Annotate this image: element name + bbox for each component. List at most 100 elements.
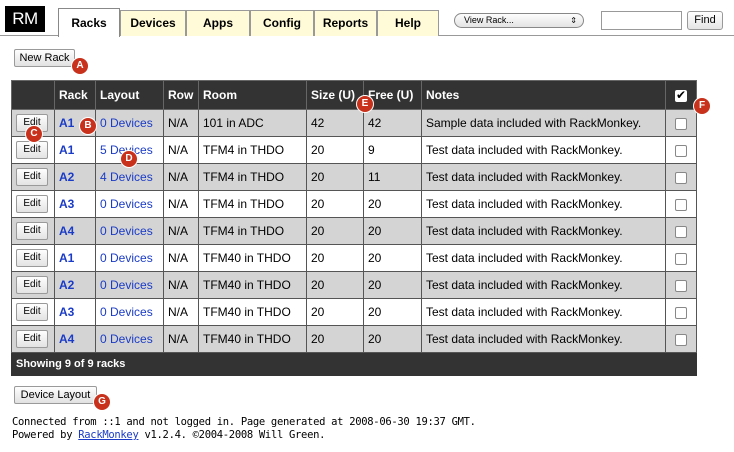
table-row: Edit A1 0 Devices N/A 101 in ADC 42 42 S… — [11, 109, 697, 137]
size-cell: 20 — [306, 163, 364, 191]
edit-button[interactable]: Edit — [16, 249, 48, 267]
rack-link[interactable]: A1 — [59, 251, 74, 265]
rack-link[interactable]: A4 — [59, 224, 74, 238]
rack-link[interactable]: A2 — [59, 278, 74, 292]
table-footer-row: Showing 9 of 9 racks — [11, 352, 697, 376]
rack-cell: A2 — [54, 271, 96, 299]
layout-link[interactable]: 0 Devices — [100, 224, 153, 238]
select-cell — [665, 244, 697, 272]
rackmonkey-logo[interactable]: RM — [5, 6, 45, 32]
table-row: Edit A4 0 Devices N/A TFM4 in THDO 20 20… — [11, 217, 697, 245]
size-cell: 20 — [306, 217, 364, 245]
tab-racks[interactable]: Racks — [58, 8, 120, 37]
tab-reports[interactable]: Reports — [314, 10, 377, 36]
table-row: Edit A3 0 Devices N/A TFM40 in THDO 20 2… — [11, 298, 697, 326]
notes-cell: Test data included with RackMonkey. — [421, 244, 666, 272]
badge-c: C — [26, 126, 42, 142]
col-header-size[interactable]: Size (U) — [306, 80, 364, 110]
edit-button[interactable]: Edit — [16, 168, 48, 186]
rack-link[interactable]: A2 — [59, 170, 74, 184]
row-select-checkbox[interactable] — [675, 171, 687, 184]
select-arrows-icon: ⇕ — [570, 16, 577, 25]
view-rack-select-value: View Rack... — [464, 15, 514, 25]
free-cell: 42 — [363, 109, 422, 137]
edit-button[interactable]: Edit — [16, 141, 48, 159]
tab-config[interactable]: Config — [250, 10, 314, 36]
select-all-checkbox[interactable] — [675, 88, 687, 102]
edit-button[interactable]: Edit — [16, 222, 48, 240]
room-cell: TFM40 in THDO — [198, 298, 307, 326]
rackmonkey-link[interactable]: RackMonkey — [78, 429, 139, 441]
free-cell: 9 — [363, 136, 422, 164]
select-cell — [665, 271, 697, 299]
layout-link[interactable]: 4 Devices — [100, 170, 153, 184]
edit-button[interactable]: Edit — [16, 330, 48, 348]
col-header-room[interactable]: Room — [198, 80, 307, 110]
row-cell: N/A — [163, 298, 199, 326]
table-row: Edit A3 0 Devices N/A TFM4 in THDO 20 20… — [11, 190, 697, 218]
free-cell: 20 — [363, 298, 422, 326]
rack-link[interactable]: A1 — [59, 143, 74, 157]
edit-cell: Edit — [11, 190, 55, 218]
rack-link[interactable]: A3 — [59, 305, 74, 319]
edit-button[interactable]: Edit — [16, 276, 48, 294]
col-header-layout[interactable]: Layout — [95, 80, 164, 110]
table-row: Edit A1 0 Devices N/A TFM40 in THDO 20 2… — [11, 244, 697, 272]
notes-cell: Test data included with RackMonkey. — [421, 298, 666, 326]
table-row: Edit A2 4 Devices N/A TFM4 in THDO 20 11… — [11, 163, 697, 191]
row-select-checkbox[interactable] — [675, 279, 687, 292]
edit-cell: Edit — [11, 271, 55, 299]
row-cell: N/A — [163, 244, 199, 272]
rack-cell: A3 — [54, 298, 96, 326]
search-input[interactable] — [601, 11, 682, 30]
rack-link[interactable]: A4 — [59, 332, 74, 346]
select-cell — [665, 136, 697, 164]
rack-link[interactable]: A1 — [59, 116, 74, 130]
tab-devices[interactable]: Devices — [120, 10, 186, 36]
tab-apps[interactable]: Apps — [186, 10, 250, 36]
layout-link[interactable]: 0 Devices — [100, 305, 153, 319]
size-cell: 20 — [306, 190, 364, 218]
row-select-checkbox[interactable] — [675, 144, 687, 157]
badge-b: B — [80, 118, 96, 134]
rack-link[interactable]: A3 — [59, 197, 74, 211]
layout-cell: 0 Devices — [95, 244, 164, 272]
col-header-row[interactable]: Row — [163, 80, 199, 110]
find-button[interactable]: Find — [687, 11, 723, 30]
row-select-checkbox[interactable] — [675, 117, 687, 130]
row-select-checkbox[interactable] — [675, 252, 687, 265]
layout-link[interactable]: 0 Devices — [100, 197, 153, 211]
layout-link[interactable]: 0 Devices — [100, 251, 153, 265]
row-cell: N/A — [163, 109, 199, 137]
powered-by: Powered by RackMonkey v1.2.4. ©2004-2008… — [12, 429, 325, 441]
room-cell: 101 in ADC — [198, 109, 307, 137]
layout-link[interactable]: 0 Devices — [100, 116, 153, 130]
size-cell: 20 — [306, 298, 364, 326]
edit-button[interactable]: Edit — [16, 303, 48, 321]
view-rack-select[interactable]: View Rack... ⇕ — [454, 13, 584, 28]
row-cell: N/A — [163, 325, 199, 353]
layout-link[interactable]: 0 Devices — [100, 278, 153, 292]
select-cell — [665, 298, 697, 326]
notes-cell: Test data included with RackMonkey. — [421, 271, 666, 299]
table-row: Edit A4 0 Devices N/A TFM40 in THDO 20 2… — [11, 325, 697, 353]
row-select-checkbox[interactable] — [675, 198, 687, 211]
new-rack-button[interactable]: New Rack — [14, 49, 75, 67]
tab-help[interactable]: Help — [377, 10, 439, 36]
room-cell: TFM4 in THDO — [198, 190, 307, 218]
device-layout-button[interactable]: Device Layout — [14, 386, 97, 404]
rack-table: Rack Layout Row Room Size (U) Free (U) N… — [11, 80, 697, 376]
row-select-checkbox[interactable] — [675, 306, 687, 319]
free-cell: 20 — [363, 217, 422, 245]
col-header-notes[interactable]: Notes — [421, 80, 666, 110]
layout-cell: 0 Devices — [95, 298, 164, 326]
room-cell: TFM4 in THDO — [198, 217, 307, 245]
row-cell: N/A — [163, 163, 199, 191]
row-select-checkbox[interactable] — [675, 333, 687, 346]
edit-button[interactable]: Edit — [16, 195, 48, 213]
free-cell: 20 — [363, 190, 422, 218]
layout-link[interactable]: 0 Devices — [100, 332, 153, 346]
size-cell: 42 — [306, 109, 364, 137]
col-header-rack[interactable]: Rack — [54, 80, 96, 110]
row-select-checkbox[interactable] — [675, 225, 687, 238]
